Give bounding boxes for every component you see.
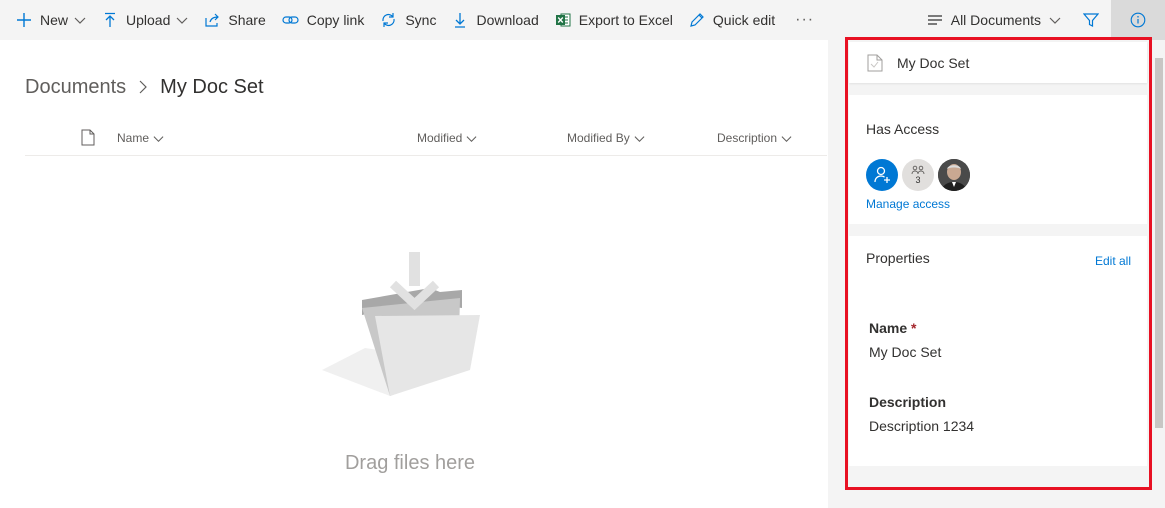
new-button[interactable]: New bbox=[0, 0, 94, 40]
add-person-avatar[interactable] bbox=[866, 159, 898, 191]
breadcrumb: Documents My Doc Set bbox=[25, 72, 264, 102]
info-icon bbox=[1130, 12, 1146, 28]
plus-icon bbox=[17, 13, 31, 27]
view-switcher[interactable]: All Documents bbox=[911, 0, 1071, 40]
view-lines-icon bbox=[927, 15, 942, 25]
share-button[interactable]: Share bbox=[196, 0, 273, 40]
description-column-header[interactable]: Description bbox=[717, 131, 792, 145]
export-to-excel-button[interactable]: Export to Excel bbox=[547, 0, 681, 40]
group-avatar[interactable]: 3 bbox=[902, 159, 934, 191]
chevron-down-icon bbox=[1049, 17, 1061, 24]
command-bar-right: All Documents bbox=[911, 0, 1165, 40]
download-icon bbox=[455, 13, 466, 28]
person-add-icon bbox=[874, 166, 890, 183]
name-field-label: Name * bbox=[869, 320, 916, 336]
chevron-down-icon bbox=[466, 135, 477, 142]
access-avatars: 3 bbox=[866, 159, 974, 191]
upload-icon bbox=[105, 12, 116, 27]
excel-icon bbox=[555, 13, 571, 27]
details-pane-title: My Doc Set bbox=[897, 54, 970, 71]
copy-link-button[interactable]: Copy link bbox=[274, 0, 373, 40]
link-icon bbox=[282, 16, 299, 24]
has-access-card: Has Access 3 Manage access bbox=[849, 95, 1147, 224]
properties-heading: Properties bbox=[866, 250, 930, 266]
user-photo bbox=[938, 159, 970, 191]
user-photo-avatar[interactable] bbox=[938, 159, 970, 191]
name-column-label: Name bbox=[117, 131, 150, 145]
filter-icon bbox=[1083, 13, 1099, 27]
name-field-label-text: Name bbox=[869, 320, 908, 336]
chevron-down-icon bbox=[176, 17, 188, 24]
quick-edit-label: Quick edit bbox=[712, 12, 776, 28]
sync-icon bbox=[382, 13, 395, 27]
name-field-value[interactable]: My Doc Set bbox=[869, 344, 941, 360]
modified-column-label: Modified bbox=[417, 131, 463, 145]
pencil-icon bbox=[690, 13, 704, 27]
info-pane-button[interactable] bbox=[1111, 0, 1165, 40]
export-to-excel-label: Export to Excel bbox=[578, 12, 673, 28]
has-access-heading: Has Access bbox=[866, 121, 940, 137]
drag-files-text: Drag files here bbox=[344, 452, 476, 474]
empty-folder-illustration bbox=[322, 252, 480, 396]
details-pane-scrollbar[interactable] bbox=[1153, 40, 1165, 508]
chevron-down-icon bbox=[634, 135, 645, 142]
sync-label: Sync bbox=[405, 12, 437, 28]
scrollbar-thumb[interactable] bbox=[1155, 58, 1163, 428]
view-label: All Documents bbox=[950, 12, 1041, 28]
modified-by-column-header[interactable]: Modified By bbox=[567, 131, 645, 145]
chevron-down-icon bbox=[153, 135, 164, 142]
breadcrumb-current: My Doc Set bbox=[160, 75, 264, 98]
new-label: New bbox=[40, 12, 69, 28]
required-marker: * bbox=[911, 320, 917, 336]
modified-column-header[interactable]: Modified bbox=[417, 131, 477, 145]
group-count: 3 bbox=[915, 175, 921, 185]
properties-card: Properties Edit all Name * My Doc Set De… bbox=[849, 236, 1147, 466]
more-commands-button[interactable]: ··· bbox=[783, 0, 826, 40]
people-icon bbox=[911, 165, 925, 175]
quick-edit-button[interactable]: Quick edit bbox=[681, 0, 783, 40]
description-field-label: Description bbox=[869, 394, 947, 410]
filter-button[interactable] bbox=[1071, 0, 1111, 40]
share-label: Share bbox=[228, 12, 266, 28]
command-bar: New Upload Share Copy link Sync Download… bbox=[0, 0, 1165, 40]
upload-label: Upload bbox=[126, 12, 171, 28]
document-icon bbox=[81, 129, 95, 146]
description-field-value[interactable]: Description 1234 bbox=[869, 418, 974, 434]
name-column-header[interactable]: Name bbox=[117, 131, 164, 145]
download-button[interactable]: Download bbox=[444, 0, 546, 40]
upload-button[interactable]: Upload bbox=[94, 0, 196, 40]
chevron-down-icon bbox=[74, 17, 86, 24]
file-type-column-header[interactable] bbox=[77, 129, 95, 146]
more-label: ··· bbox=[795, 11, 815, 28]
document-set-icon bbox=[867, 54, 883, 71]
details-pane-header: My Doc Set bbox=[849, 42, 1147, 83]
column-header-row: Name Modified Modified By Description bbox=[25, 122, 827, 156]
download-label: Download bbox=[476, 12, 539, 28]
modified-by-column-label: Modified By bbox=[567, 131, 630, 145]
sync-button[interactable]: Sync bbox=[372, 0, 444, 40]
share-icon bbox=[205, 13, 220, 27]
edit-all-link[interactable]: Edit all bbox=[1095, 254, 1131, 268]
chevron-right-icon bbox=[138, 80, 148, 94]
chevron-down-icon bbox=[781, 135, 792, 142]
copy-link-label: Copy link bbox=[306, 12, 365, 28]
manage-access-link[interactable]: Manage access bbox=[866, 197, 950, 211]
breadcrumb-root[interactable]: Documents bbox=[25, 76, 126, 99]
description-column-label: Description bbox=[717, 131, 778, 145]
